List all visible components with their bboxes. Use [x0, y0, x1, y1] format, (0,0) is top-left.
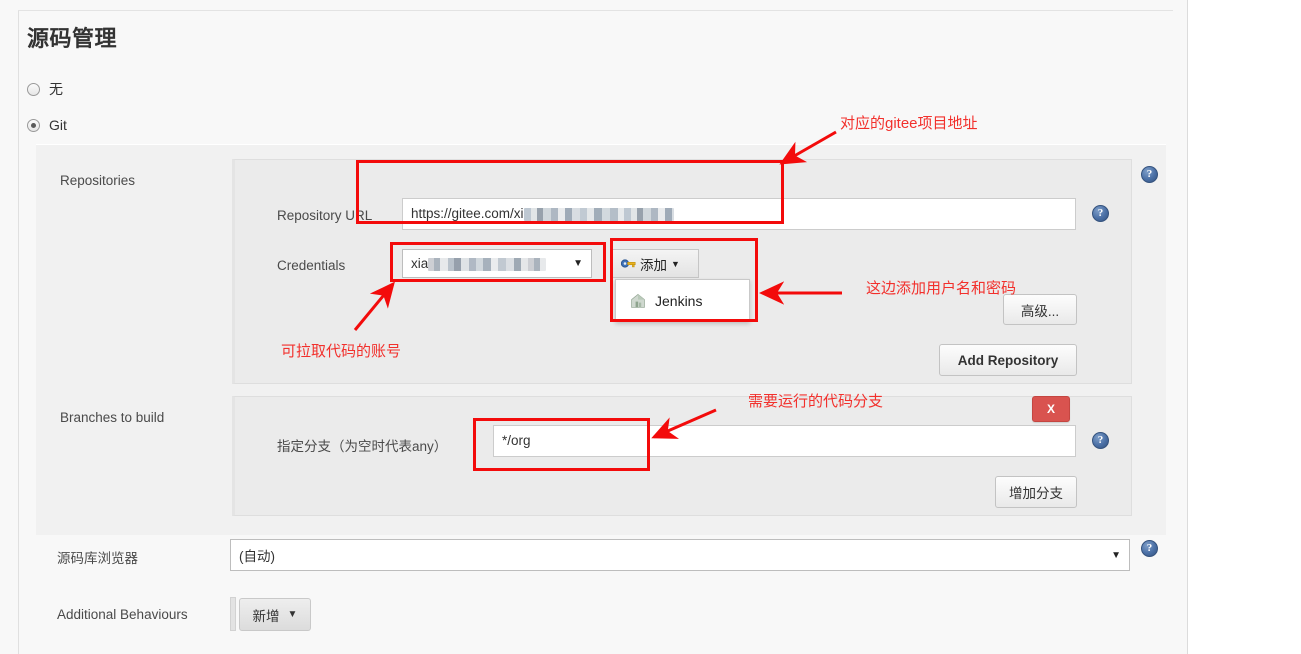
menu-item-jenkins[interactable]: Jenkins — [616, 280, 749, 321]
source-browser-caret-icon: ▼ — [1111, 549, 1121, 561]
add-credentials-button[interactable]: 添加 ▼ — [612, 249, 699, 278]
radio-option-none[interactable]: 无 — [27, 79, 63, 99]
branch-specifier-label: 指定分支（为空时代表any） — [277, 439, 448, 454]
delete-branch-button[interactable]: X — [1032, 396, 1070, 422]
add-branch-button[interactable]: 增加分支 — [995, 476, 1077, 508]
source-browser-help-icon[interactable]: ? — [1141, 540, 1158, 557]
radio-none-label: 无 — [49, 81, 63, 97]
panel-left-divider — [18, 11, 19, 654]
additional-behaviours-add-button[interactable]: 新增 ▼ — [239, 598, 311, 631]
key-icon — [621, 259, 636, 268]
radio-none-dot[interactable] — [27, 82, 40, 96]
branch-specifier-help-icon[interactable]: ? — [1092, 432, 1109, 449]
credentials-caret-icon: ▼ — [573, 258, 583, 269]
additional-behaviours-grip — [230, 597, 236, 631]
repositories-subpanel: Repository URL https://gitee.com/xi ? Cr… — [232, 159, 1132, 384]
panel-top-divider — [18, 10, 1173, 11]
add-repository-button[interactable]: Add Repository — [939, 344, 1077, 376]
radio-git-dot[interactable] — [27, 118, 40, 132]
additional-behaviours-caret-icon: ▼ — [287, 609, 298, 620]
branches-subpanel: 指定分支（为空时代表any） */org ? 增加分支 — [232, 396, 1132, 516]
credentials-value-wrap: xia — [411, 256, 567, 271]
source-browser-value: (自动) — [239, 549, 275, 564]
repositories-label: Repositories — [60, 173, 136, 188]
branch-specifier-input[interactable]: */org — [493, 425, 1076, 457]
add-credentials-label: 添加 — [640, 257, 667, 273]
branch-specifier-value: */org — [502, 433, 531, 448]
repository-url-redaction — [523, 207, 674, 221]
credentials-value: xia — [411, 256, 429, 271]
additional-behaviours-label: Additional Behaviours — [57, 607, 188, 622]
scm-config-panel: 源码管理 无 Git Repositories Repository URL h… — [0, 0, 1188, 654]
git-settings-block: Repositories Repository URL https://gite… — [36, 144, 1166, 535]
branches-label: Branches to build — [60, 410, 165, 425]
repository-url-help-icon[interactable]: ? — [1092, 205, 1109, 222]
credentials-label: Credentials — [277, 258, 346, 273]
radio-option-git[interactable]: Git — [27, 117, 67, 133]
repository-url-label: Repository URL — [277, 208, 373, 223]
add-credentials-menu[interactable]: Jenkins — [615, 279, 750, 322]
additional-behaviours-add-label: 新增 — [252, 608, 280, 624]
add-credentials-caret-icon: ▼ — [671, 258, 680, 269]
jenkins-icon — [631, 293, 645, 308]
advanced-button[interactable]: 高级... — [1003, 294, 1077, 325]
menu-item-jenkins-label: Jenkins — [655, 292, 703, 309]
repository-url-input[interactable]: https://gitee.com/xi — [402, 198, 1076, 230]
credentials-select[interactable]: xia ▼ — [402, 249, 592, 278]
credentials-redaction — [428, 257, 547, 271]
repositories-help-icon[interactable]: ? — [1141, 166, 1158, 183]
repository-url-value: https://gitee.com/xi — [411, 206, 524, 221]
source-browser-label: 源码库浏览器 — [57, 551, 138, 566]
radio-git-label: Git — [49, 117, 67, 133]
source-browser-select[interactable]: (自动) ▼ — [230, 539, 1130, 571]
screenshot-root: 源码管理 无 Git Repositories Repository URL h… — [0, 0, 1301, 654]
page-title: 源码管理 — [27, 26, 118, 51]
